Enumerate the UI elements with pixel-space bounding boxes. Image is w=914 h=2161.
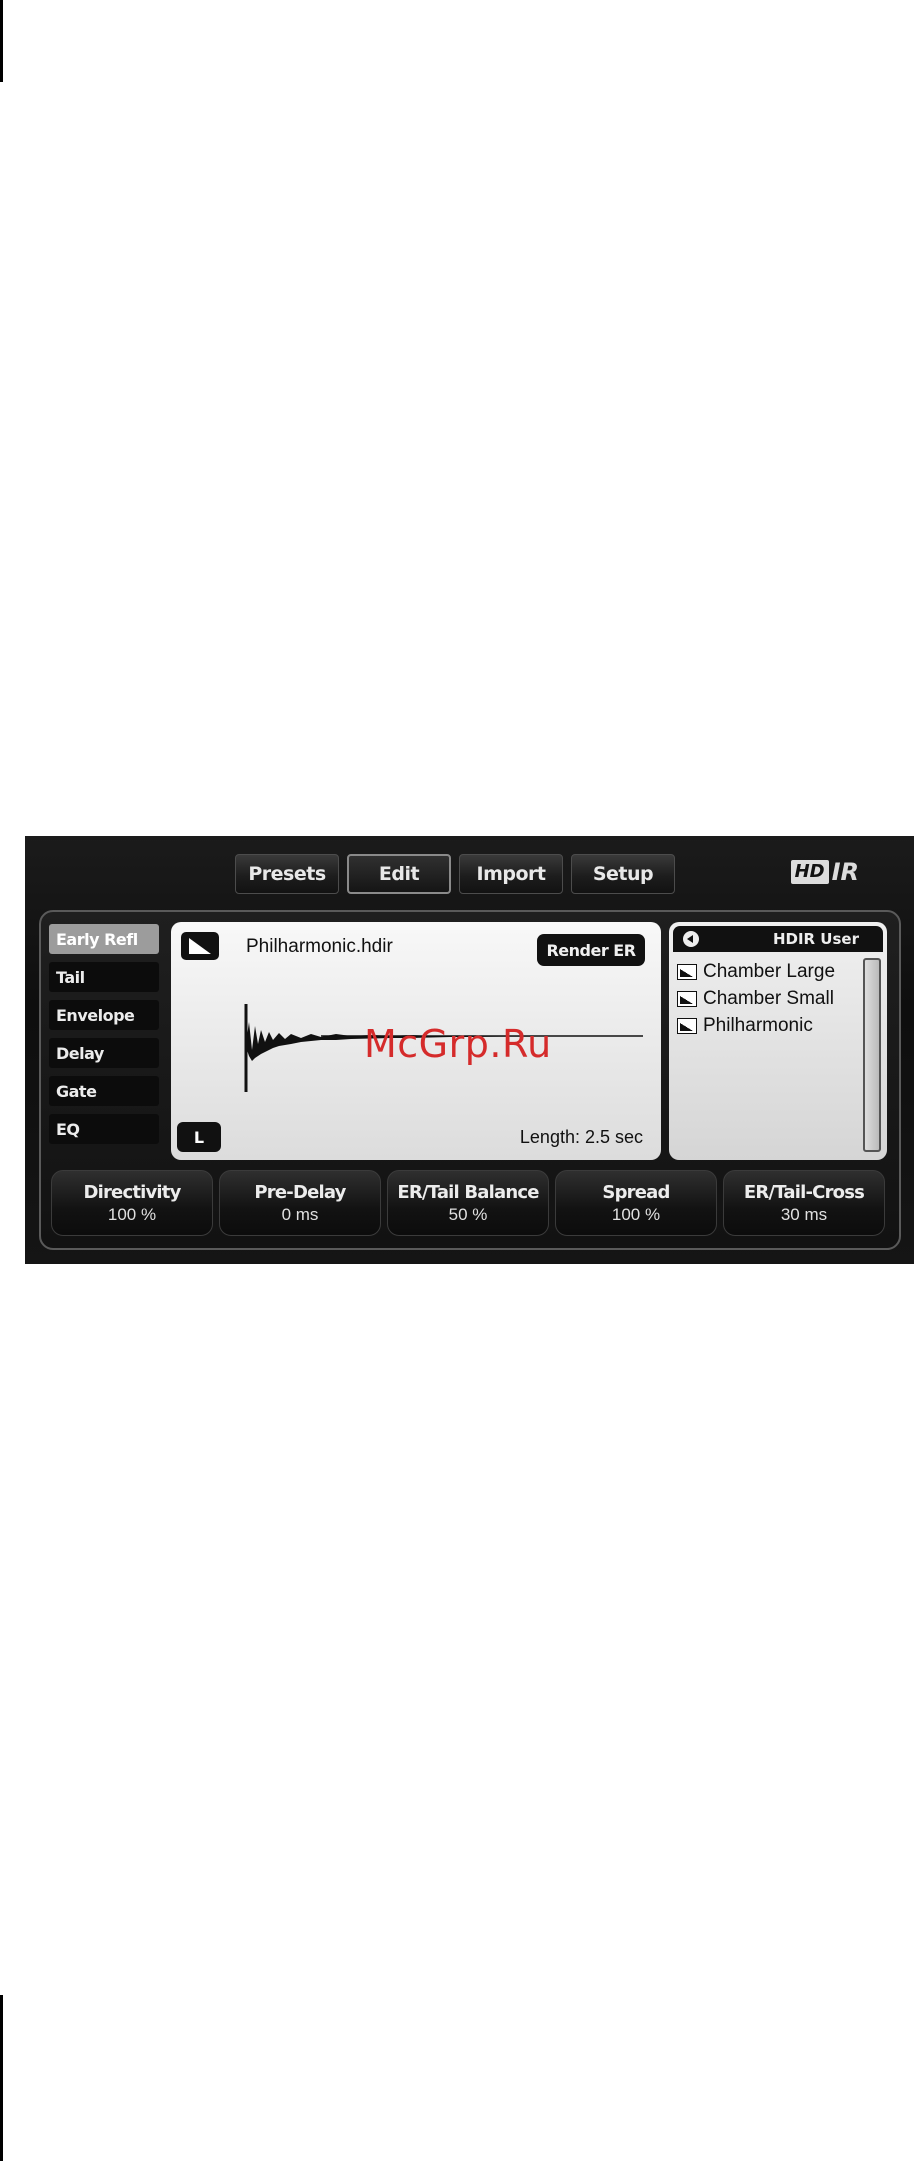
browser-list: Chamber Large Chamber Small Philharmonic [677,958,847,1039]
param-value: 0 ms [281,1204,319,1224]
param-label: ER/Tail-Cross [743,1181,865,1203]
er-tail-balance-control[interactable]: ER/Tail Balance 50 % [387,1170,549,1236]
param-label: Directivity [83,1181,181,1203]
impulse-response-display: Philharmonic.hdir Render ER McGrp.Ru L L… [171,922,661,1160]
hdir-plugin-window: Presets Edit Import Setup HD IR Early Re… [25,836,914,1264]
impulse-file-icon [677,1017,697,1034]
hdir-logo: HD IR [790,858,859,886]
sidebar-item-delay[interactable]: Delay [49,1038,159,1068]
back-arrow-icon[interactable] [683,931,699,947]
main-tabs: Presets Edit Import Setup [235,854,675,894]
page-edge-marker [0,1995,3,2161]
tab-import[interactable]: Import [459,854,563,894]
browser-scrollbar[interactable] [863,958,881,1152]
ir-length-label: Length: 2.5 sec [519,1127,643,1147]
logo-ir: IR [831,858,859,886]
param-value: 100 % [611,1204,661,1224]
sidebar-item-gate[interactable]: Gate [49,1076,159,1106]
ir-file-name: Philharmonic.hdir [246,936,393,957]
param-label: Pre-Delay [254,1181,346,1203]
ramp-icon[interactable] [181,932,219,960]
browser-title: HDIR User [772,930,859,948]
param-value: 50 % [448,1204,488,1224]
sidebar-item-tail[interactable]: Tail [49,962,159,992]
param-value: 100 % [107,1204,157,1224]
sidebar-item-early-refl[interactable]: Early Refl [49,924,159,954]
pre-delay-control[interactable]: Pre-Delay 0 ms [219,1170,381,1236]
list-item-label: Chamber Small [703,987,834,1009]
sidebar-item-envelope[interactable]: Envelope [49,1000,159,1030]
list-item[interactable]: Philharmonic [677,1012,847,1039]
tab-setup[interactable]: Setup [571,854,675,894]
list-item-label: Philharmonic [703,1014,813,1036]
directivity-control[interactable]: Directivity 100 % [51,1170,213,1236]
sidebar-item-eq[interactable]: EQ [49,1114,159,1144]
spread-control[interactable]: Spread 100 % [555,1170,717,1236]
ir-browser: HDIR User Chamber Large Chamber Small Ph… [669,922,887,1160]
channel-select-button[interactable]: L [177,1122,221,1152]
tab-edit[interactable]: Edit [347,854,451,894]
list-item[interactable]: Chamber Small [677,985,847,1012]
tab-presets[interactable]: Presets [235,854,339,894]
list-item-label: Chamber Large [703,960,836,982]
impulse-file-icon [677,990,697,1007]
edit-section-tabs: Early Refl Tail Envelope Delay Gate EQ [49,924,159,1152]
logo-hd: HD [790,860,829,884]
param-value: 30 ms [780,1204,828,1224]
edit-panel: Early Refl Tail Envelope Delay Gate EQ P… [39,910,901,1250]
er-tail-cross-control[interactable]: ER/Tail-Cross 30 ms [723,1170,885,1236]
parameter-row: Directivity 100 % Pre-Delay 0 ms ER/Tail… [51,1170,885,1236]
param-label: ER/Tail Balance [397,1181,539,1203]
browser-header: HDIR User [673,926,883,952]
watermark: McGrp.Ru [364,1022,552,1066]
page-edge-marker [0,0,3,82]
param-label: Spread [602,1181,670,1203]
impulse-file-icon [677,963,697,980]
render-er-button[interactable]: Render ER [537,934,645,966]
list-item[interactable]: Chamber Large [677,958,847,985]
